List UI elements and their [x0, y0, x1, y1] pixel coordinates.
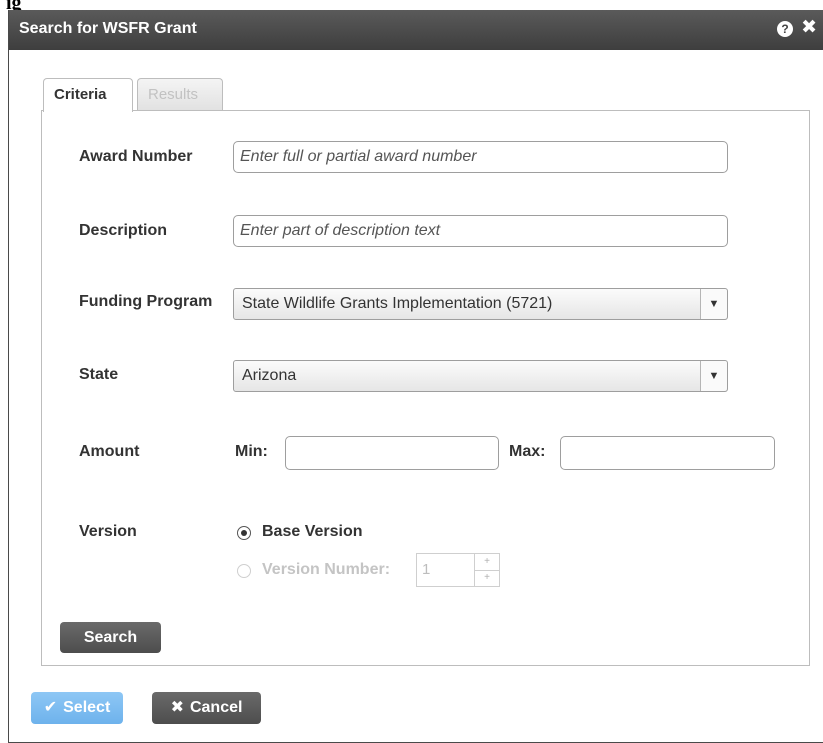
chevron-down-icon[interactable]: ▼: [700, 289, 727, 319]
description-label: Description: [79, 222, 168, 239]
state-select[interactable]: Arizona ▼: [233, 360, 728, 392]
amount-label: Amount: [79, 443, 140, 460]
search-button[interactable]: Search: [60, 622, 161, 653]
tab-criteria[interactable]: Criteria: [43, 78, 133, 112]
funding-program-value: State Wildlife Grants Implementation (57…: [242, 295, 553, 312]
base-version-label[interactable]: Base Version: [262, 523, 363, 541]
funding-program-select[interactable]: State Wildlife Grants Implementation (57…: [233, 288, 728, 320]
amount-max-label: Max:: [509, 443, 546, 460]
cancel-button[interactable]: ✖ Cancel: [152, 692, 261, 724]
amount-min-input[interactable]: [285, 436, 499, 470]
version-number-label[interactable]: Version Number:: [262, 561, 390, 579]
x-icon: ✖: [170, 699, 184, 716]
state-value: Arizona: [242, 367, 297, 384]
cancel-button-label: Cancel: [189, 699, 243, 716]
funding-program-label: Funding Program: [79, 293, 213, 310]
dialog-titlebar[interactable]: Search for WSFR Grant ? ✖: [9, 10, 823, 50]
dialog-title: Search for WSFR Grant: [19, 20, 197, 37]
base-version-radio[interactable]: [237, 526, 251, 540]
search-dialog: Search for WSFR Grant ? ✖ Criteria Resul…: [8, 10, 823, 743]
select-button[interactable]: ✔ Select: [31, 692, 123, 724]
version-number-stepper[interactable]: 1 + +: [416, 553, 500, 587]
chevron-down-icon[interactable]: ▼: [700, 361, 727, 391]
close-icon[interactable]: ✖: [801, 18, 817, 38]
description-input[interactable]: Enter part of description text: [233, 215, 728, 247]
amount-min-label: Min:: [235, 443, 268, 460]
stepper-down-icon[interactable]: +: [475, 570, 499, 586]
tab-results[interactable]: Results: [137, 78, 223, 110]
help-icon[interactable]: ?: [777, 21, 793, 37]
version-number-radio[interactable]: [237, 564, 251, 578]
version-number-value: 1: [422, 561, 431, 578]
stepper-buttons: + +: [474, 554, 499, 586]
state-label: State: [79, 366, 119, 383]
version-label: Version: [79, 523, 137, 540]
checkmark-icon: ✔: [43, 699, 58, 716]
amount-max-input[interactable]: [560, 436, 775, 470]
award-number-input[interactable]: Enter full or partial award number: [233, 141, 728, 173]
select-button-label: Select: [63, 699, 111, 716]
award-number-label: Award Number: [79, 148, 193, 165]
stepper-up-icon[interactable]: +: [475, 554, 499, 571]
